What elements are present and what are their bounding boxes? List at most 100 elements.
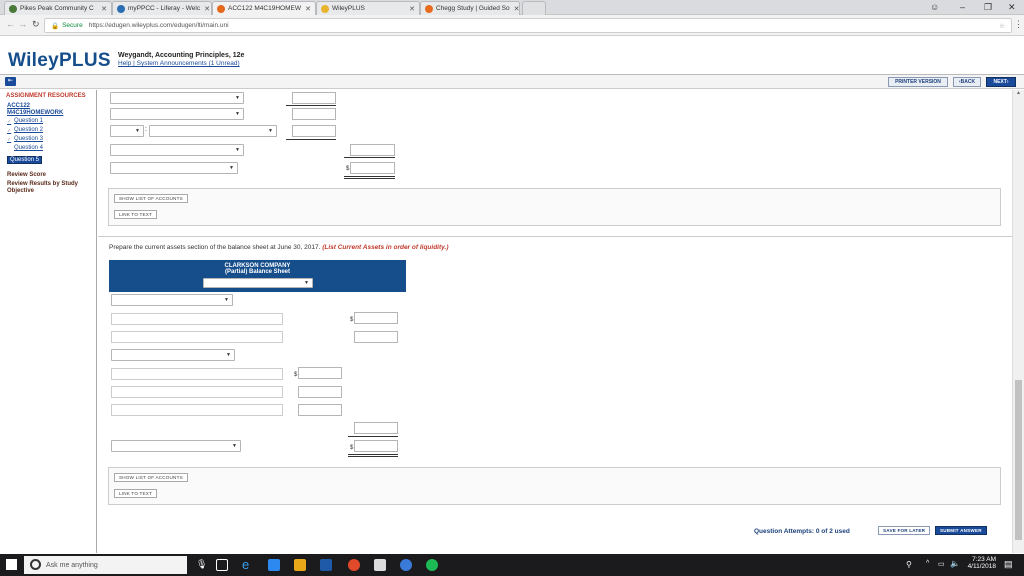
scrollbar-thumb[interactable]: [1015, 380, 1022, 540]
date-select[interactable]: ▼: [203, 278, 313, 288]
tray-chevron-icon[interactable]: ^: [926, 560, 929, 567]
amount-input[interactable]: [292, 92, 336, 104]
amount-input[interactable]: [292, 125, 336, 137]
microphone-icon[interactable]: 🎙: [196, 559, 207, 570]
start-windows-icon[interactable]: [6, 559, 17, 570]
account-name-input[interactable]: [111, 331, 283, 343]
edge-icon[interactable]: e: [242, 557, 254, 572]
section-heading-select[interactable]: ▼: [111, 294, 233, 306]
page-scrollbar[interactable]: ▲: [1012, 90, 1024, 553]
double-rule: [348, 456, 398, 457]
chevron-down-icon: ▼: [235, 111, 240, 117]
spotify-icon[interactable]: [426, 559, 438, 571]
sidebar-item-question-4[interactable]: Question 4: [7, 145, 43, 151]
course-link[interactable]: ACC122: [7, 103, 30, 109]
scroll-up-icon[interactable]: ▲: [1016, 90, 1021, 96]
url-text: https://edugen.wileyplus.com/edugen/lti/…: [88, 22, 229, 29]
next-button[interactable]: NEXT ›: [986, 77, 1016, 87]
close-icon[interactable]: ✕: [97, 5, 107, 13]
show-list-of-accounts-button[interactable]: SHOW LIST OF ACCOUNTS: [114, 194, 188, 203]
app-icon[interactable]: [320, 559, 332, 571]
close-icon[interactable]: ✕: [301, 5, 311, 13]
clock[interactable]: 7:23 AM 4/11/2018: [966, 556, 996, 570]
account-name-input[interactable]: [111, 404, 283, 416]
browser-tab[interactable]: myPPCC - Liferay - Welc ✕: [112, 1, 212, 15]
printer-version-button[interactable]: PRINTER VERSION: [888, 77, 948, 87]
account-name-input[interactable]: [111, 386, 283, 398]
tab-favicon-icon: [217, 4, 225, 13]
chrome-icon[interactable]: [348, 559, 360, 571]
app-icon[interactable]: [400, 559, 412, 571]
amount-input[interactable]: [354, 422, 398, 434]
total-rule: [348, 436, 398, 437]
amount-input[interactable]: [298, 367, 342, 379]
save-for-later-button[interactable]: SAVE FOR LATER: [878, 526, 931, 535]
forward-arrow-icon[interactable]: →: [18, 19, 27, 29]
sidebar-item-question-1[interactable]: ✓ Question 1: [7, 118, 43, 125]
chevron-down-icon: ▼: [235, 147, 240, 153]
menu-icon[interactable]: ⋮: [1014, 19, 1023, 30]
account-name-input[interactable]: [111, 368, 283, 380]
account-select[interactable]: ▼: [110, 92, 244, 104]
url-field[interactable]: 🔒 Secure https://edugen.wileyplus.com/ed…: [44, 18, 1012, 33]
total-input[interactable]: [354, 440, 398, 452]
assignment-link[interactable]: M4C19HOMEWORK: [7, 110, 63, 116]
account-select[interactable]: ▼: [111, 349, 235, 361]
minimize-icon[interactable]: –: [960, 2, 965, 12]
period-select[interactable]: ▼: [110, 125, 144, 137]
account-select[interactable]: ▼: [110, 162, 238, 174]
amount-input[interactable]: [292, 108, 336, 120]
sidebar-item-question-2[interactable]: ✓ Question 2: [7, 127, 43, 134]
dollar-sign: $: [350, 445, 354, 451]
nav-strip: ⇤ PRINTER VERSION ‹ BACK NEXT ›: [0, 75, 1024, 89]
task-view-icon[interactable]: [216, 559, 228, 571]
browser-tab[interactable]: WileyPLUS ✕: [316, 1, 420, 15]
file-explorer-icon[interactable]: [268, 559, 280, 571]
browser-tab[interactable]: Pikes Peak Community C ✕: [4, 1, 112, 15]
amount-input[interactable]: [350, 144, 395, 156]
checkmark-icon: ✓: [7, 127, 12, 134]
total-label-select[interactable]: ▼: [111, 440, 241, 452]
account-select[interactable]: ▼: [110, 108, 244, 120]
volume-icon[interactable]: 🔈: [950, 559, 960, 568]
account-name-input[interactable]: [111, 313, 283, 325]
maximize-icon[interactable]: ❐: [984, 2, 992, 13]
help-announcements-links[interactable]: Help | System Announcements (1 Unread): [118, 60, 240, 67]
new-tab-button[interactable]: [522, 1, 546, 15]
back-arrow-icon[interactable]: ←: [6, 19, 15, 29]
mail-icon[interactable]: [374, 559, 386, 571]
show-list-of-accounts-button[interactable]: SHOW LIST OF ACCOUNTS: [114, 473, 188, 482]
browser-tab[interactable]: Chegg Study | Guided So ✕: [420, 1, 520, 15]
star-icon[interactable]: ☆: [999, 22, 1005, 30]
total-input[interactable]: [350, 162, 395, 174]
close-icon[interactable]: ✕: [405, 5, 415, 13]
sidebar-item-question-5[interactable]: Question 5: [7, 153, 43, 164]
notifications-icon[interactable]: ▤: [1004, 559, 1013, 570]
close-icon[interactable]: ✕: [510, 5, 519, 13]
window-close-icon[interactable]: ✕: [1008, 2, 1016, 13]
profile-icon[interactable]: ☺: [930, 2, 939, 12]
link-to-text-button[interactable]: LINK TO TEXT: [114, 489, 158, 498]
book-title: Weygandt, Accounting Principles, 12e: [118, 52, 245, 59]
review-results-link[interactable]: Review Results by Study Objective: [7, 181, 95, 195]
people-icon[interactable]: ⚲: [906, 560, 912, 569]
store-icon[interactable]: [294, 559, 306, 571]
amount-input[interactable]: [354, 331, 398, 343]
taskbar-search[interactable]: Ask me anything: [24, 556, 187, 574]
browser-tab-active[interactable]: ACC122 M4C19HOMEW ✕: [212, 1, 316, 15]
collapse-sidebar-icon[interactable]: ⇤: [5, 77, 16, 86]
amount-input[interactable]: [354, 312, 398, 324]
link-to-text-button[interactable]: LINK TO TEXT: [114, 210, 158, 219]
submit-answer-button[interactable]: SUBMIT ANSWER: [935, 526, 987, 535]
account-select[interactable]: ▼: [149, 125, 277, 137]
sidebar-item-question-3[interactable]: ✓ Question 3: [7, 136, 43, 143]
amount-input[interactable]: [298, 386, 342, 398]
network-icon[interactable]: ▭: [938, 560, 945, 568]
review-score-link[interactable]: Review Score: [7, 172, 46, 178]
account-select[interactable]: ▼: [110, 144, 244, 156]
reload-icon[interactable]: ↻: [32, 19, 40, 30]
amount-input[interactable]: [298, 404, 342, 416]
close-icon[interactable]: ✕: [200, 5, 210, 13]
back-button[interactable]: ‹ BACK: [953, 77, 981, 87]
tab-favicon-icon: [425, 4, 433, 13]
